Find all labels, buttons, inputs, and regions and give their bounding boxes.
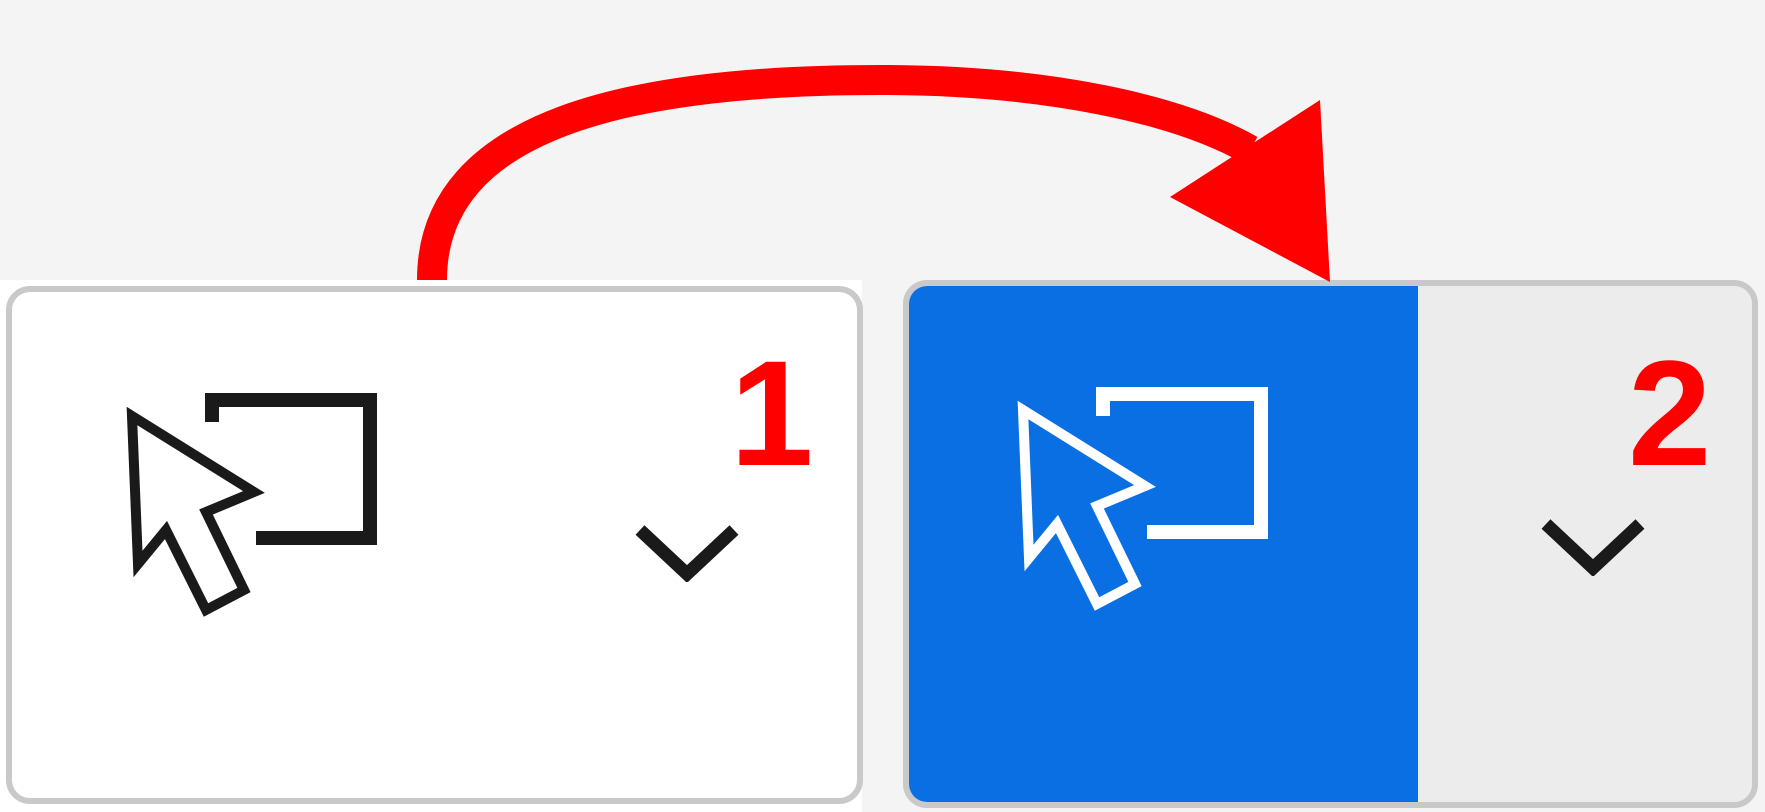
selection-tool-button-active[interactable]: [909, 286, 1418, 802]
select-region-cursor-icon: [126, 393, 377, 617]
chevron-down-icon: [635, 525, 739, 582]
select-region-cursor-icon: [1017, 387, 1268, 611]
step-number-1: 1: [730, 329, 814, 497]
tutorial-canvas: 1 2: [0, 0, 1765, 812]
chevron-down-icon: [1541, 519, 1645, 576]
selection-tool-button[interactable]: [12, 292, 512, 798]
step-number-2: 2: [1628, 329, 1712, 497]
